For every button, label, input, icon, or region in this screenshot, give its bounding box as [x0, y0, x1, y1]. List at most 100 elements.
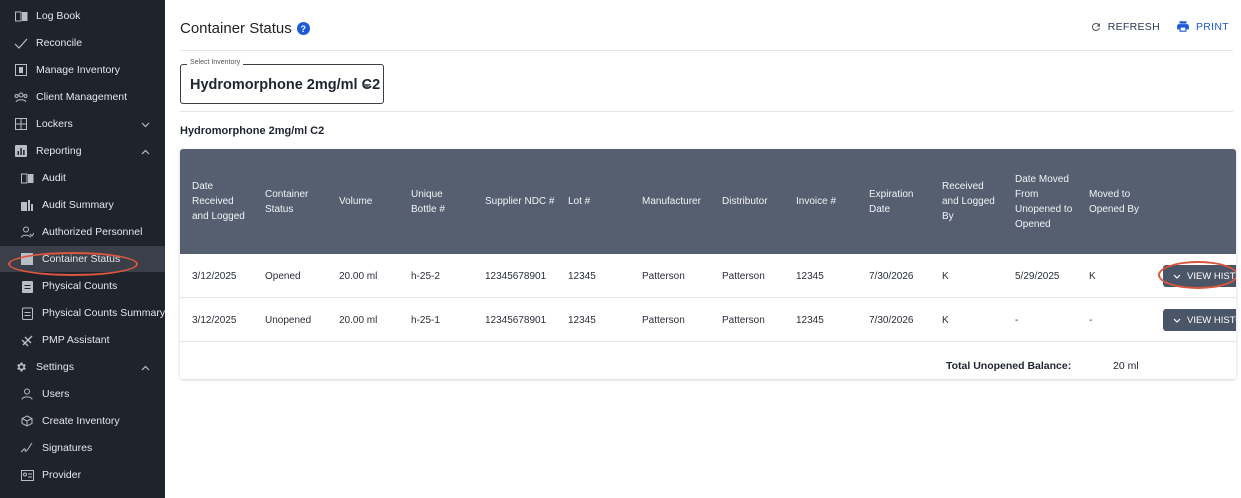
personnel-icon: [20, 225, 34, 239]
inventory-select[interactable]: Select Inventory Hydromorphone 2mg/ml C2: [180, 59, 384, 104]
table-cell: 12345: [796, 314, 824, 326]
page-title: Container Status ?: [180, 20, 310, 37]
table-row: 3/12/2025 Opened 20.00 ml h-25-2 12345678901…: [180, 254, 1236, 298]
inventory-subheading: Hydromorphone 2mg/ml C2: [180, 125, 325, 137]
table-cell: -: [1089, 314, 1093, 326]
total-unopened-label: Total Unopened Balance:: [946, 360, 1072, 372]
sidebar-item-label: Audit Summary: [42, 199, 114, 211]
table-cell: 12345: [796, 270, 824, 282]
sidebar: Log Book Reconcile Manage Inventory Client …: [0, 0, 165, 498]
refresh-button[interactable]: REFRESH: [1090, 20, 1160, 33]
table-cell: K: [1089, 270, 1096, 282]
table-cell: 20.00 ml: [339, 314, 378, 326]
signature-icon: [20, 441, 34, 455]
lockers-icon: [14, 117, 28, 131]
table-cell: 12345678901: [485, 314, 547, 326]
sidebar-item-label: Authorized Personnel: [42, 226, 143, 238]
user-icon: [20, 387, 34, 401]
column-header[interactable]: Supplier NDC #: [485, 149, 555, 254]
table-cell: h-25-1: [411, 314, 440, 326]
table-cell: Patterson: [722, 314, 765, 326]
sidebar-item-users[interactable]: Users: [0, 381, 165, 407]
table-cell: K: [942, 270, 949, 282]
sidebar-item-pmp-assistant[interactable]: PMP Assistant: [0, 327, 165, 353]
sidebar-item-reporting[interactable]: Reporting: [0, 138, 165, 164]
chevron-down-icon[interactable]: [141, 119, 151, 129]
table-cell: 7/30/2026: [869, 270, 914, 282]
table-cell: 20.00 ml: [339, 270, 378, 282]
column-header[interactable]: Moved to Opened By: [1089, 149, 1154, 254]
chevron-up-icon[interactable]: [141, 146, 151, 156]
column-header[interactable]: Volume: [339, 149, 399, 254]
inventory-select-legend: Select Inventory: [187, 59, 244, 66]
print-button[interactable]: PRINT: [1176, 20, 1229, 33]
sidebar-item-label: Client Management: [36, 91, 128, 103]
main-content: Container Status ? REFRESH PRINT Select …: [165, 0, 1241, 498]
column-header[interactable]: Date Moved From Unopened to Opened: [1015, 149, 1083, 254]
sidebar-item-label: Manage Inventory: [36, 64, 121, 76]
column-header[interactable]: Received and Logged By: [942, 149, 1002, 254]
view-history-button[interactable]: VIEW HISTO: [1163, 265, 1236, 287]
print-icon: [1177, 21, 1189, 32]
refresh-label: REFRESH: [1107, 20, 1160, 33]
sidebar-item-audit-summary[interactable]: Audit Summary: [0, 192, 165, 218]
table-cell: h-25-2: [411, 270, 440, 282]
sidebar-item-signatures[interactable]: Signatures: [0, 435, 165, 461]
sidebar-item-label: Signatures: [42, 442, 93, 454]
box-icon: [20, 414, 34, 428]
sidebar-item-label: Lockers: [36, 118, 73, 130]
sidebar-item-label: Log Book: [36, 10, 81, 22]
sidebar-item-label: Settings: [36, 361, 74, 373]
chevron-down-icon: [1173, 274, 1181, 279]
sidebar-item-log-book[interactable]: Log Book: [0, 3, 165, 29]
view-history-button[interactable]: VIEW HISTO: [1163, 309, 1236, 331]
container-table: Date Received and Logged Container Status…: [180, 149, 1236, 379]
column-header[interactable]: Lot #: [568, 149, 623, 254]
table-cell: 12345678901: [485, 270, 547, 282]
table-cell: -: [1015, 314, 1019, 326]
table-header: Date Received and Logged Container Status…: [180, 149, 1236, 254]
table-cell: Unopened: [265, 314, 312, 326]
column-header[interactable]: Date Received and Logged: [192, 149, 252, 254]
divider: [180, 50, 1233, 51]
table-cell: 12345: [568, 270, 596, 282]
column-header[interactable]: Invoice #: [796, 149, 851, 254]
table-cell: 5/29/2025: [1015, 270, 1060, 282]
sidebar-item-client-management[interactable]: Client Management: [0, 84, 165, 110]
sidebar-item-manage-inventory[interactable]: Manage Inventory: [0, 57, 165, 83]
clipboard-icon: [20, 279, 34, 293]
sidebar-item-lockers[interactable]: Lockers: [0, 111, 165, 137]
sidebar-item-container-status[interactable]: Container Status: [0, 246, 165, 272]
sidebar-item-label: PMP Assistant: [42, 334, 110, 346]
table-cell: Opened: [265, 270, 301, 282]
table-row: 3/12/2025 Unopened 20.00 ml h-25-1 123456789…: [180, 298, 1236, 342]
sidebar-item-reconcile[interactable]: Reconcile: [0, 30, 165, 56]
book-icon: [14, 9, 28, 23]
sidebar-item-provider[interactable]: Provider: [0, 462, 165, 488]
inventory-select-value: Hydromorphone 2mg/ml C2: [190, 77, 381, 93]
table-cell: Patterson: [722, 270, 765, 282]
provider-icon: [20, 468, 34, 482]
sidebar-item-create-inventory[interactable]: Create Inventory: [0, 408, 165, 434]
page-title-text: Container Status: [180, 20, 292, 37]
sidebar-item-audit[interactable]: Audit: [0, 165, 165, 191]
sidebar-item-physical-counts-summary[interactable]: Physical Counts Summary: [0, 300, 165, 326]
header-actions: REFRESH PRINT: [1090, 20, 1229, 33]
column-header[interactable]: Manufacturer: [642, 149, 712, 254]
sidebar-item-authorized-personnel[interactable]: Authorized Personnel: [0, 219, 165, 245]
caret-down-icon: [363, 84, 371, 88]
column-header[interactable]: Unique Bottle #: [411, 149, 469, 254]
sidebar-item-label: Physical Counts: [42, 280, 118, 292]
help-icon[interactable]: ?: [296, 22, 310, 35]
column-header[interactable]: Distributor: [722, 149, 782, 254]
column-header[interactable]: Expiration Date: [869, 149, 929, 254]
table-cell: Patterson: [642, 314, 685, 326]
sidebar-item-physical-counts[interactable]: Physical Counts: [0, 273, 165, 299]
check-icon: [14, 36, 28, 50]
clipboard-summary-icon: [20, 306, 34, 320]
sidebar-item-label: Reconcile: [36, 37, 83, 49]
column-header[interactable]: Container Status: [265, 149, 327, 254]
sidebar-item-settings[interactable]: Settings: [0, 354, 165, 380]
chevron-up-icon[interactable]: [141, 362, 151, 372]
table-cell: 3/12/2025: [192, 270, 237, 282]
